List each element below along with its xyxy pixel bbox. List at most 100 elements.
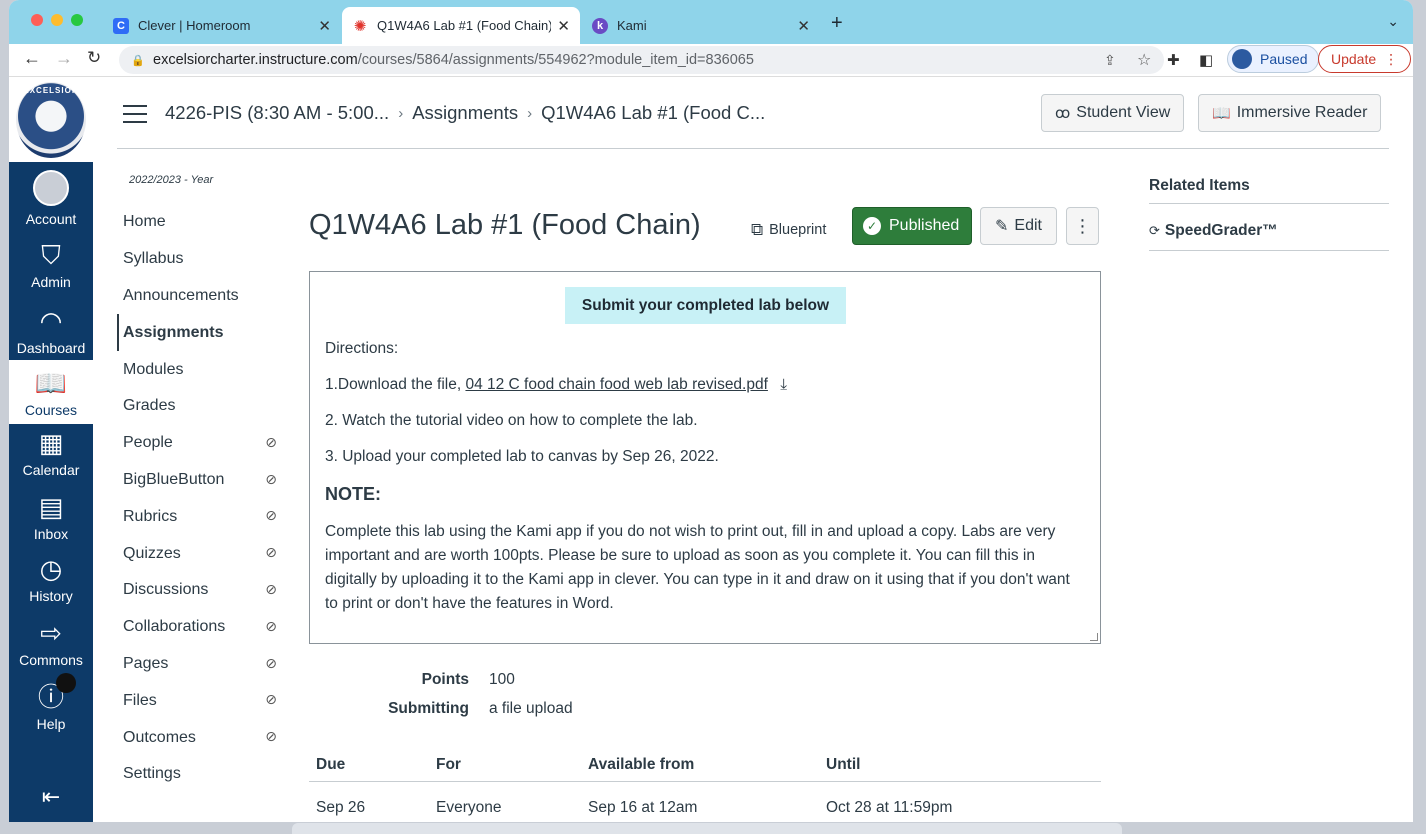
tab-strip: C Clever | Homeroom ✕ ✺ Q1W4A6 Lab #1 (F… <box>9 0 1413 44</box>
course-menu-toggle[interactable] <box>123 105 147 123</box>
immersive-reader-button[interactable]: 📖 Immersive Reader <box>1198 94 1382 132</box>
related-items-heading: Related Items <box>1149 177 1250 194</box>
hidden-eye-icon: ⊘ <box>265 654 277 671</box>
minimize-window-button[interactable] <box>51 14 63 26</box>
glasses-icon: ꝏ <box>1055 105 1071 122</box>
tab-title: Q1W4A6 Lab #1 (Food Chain) <box>377 18 552 33</box>
update-button[interactable]: Update ⋮ <box>1318 45 1412 73</box>
blueprint-icon: ⧉ <box>751 220 764 239</box>
resize-handle-icon[interactable] <box>1090 633 1098 641</box>
breadcrumb-course[interactable]: 4226-PIS (8:30 AM - 5:00... <box>165 102 389 124</box>
url-path: /courses/5864/assignments/554962?module_… <box>357 52 754 68</box>
speedgrader-link[interactable]: ⟳ SpeedGrader™ <box>1149 222 1278 240</box>
global-nav-commons[interactable]: ⇨ Commons <box>9 618 93 668</box>
note-paragraph: Complete this lab using the Kami app if … <box>325 523 1070 612</box>
table-header-due: Due <box>316 756 346 773</box>
page-title: Q1W4A6 Lab #1 (Food Chain) <box>309 209 701 241</box>
profile-paused-button[interactable]: Paused <box>1227 45 1320 73</box>
browser-tab-clever[interactable]: C Clever | Homeroom ✕ <box>103 7 341 44</box>
course-nav-label: Assignments <box>123 323 224 341</box>
note-heading: NOTE: <box>325 484 381 504</box>
term-label: 2022/2023 - Year <box>129 174 214 186</box>
course-nav-grades[interactable]: Grades <box>117 388 277 425</box>
bookmark-star-icon[interactable]: ☆ <box>1137 50 1151 70</box>
global-nav-admin[interactable]: ⛉ Admin <box>9 240 93 290</box>
global-nav-dashboard[interactable]: ◠ Dashboard <box>9 306 93 356</box>
browser-tab-kami[interactable]: k Kami ✕ <box>582 7 820 44</box>
global-nav-inbox[interactable]: ▤ Inbox <box>9 492 93 542</box>
global-nav-courses[interactable]: 📖 Courses <box>9 360 93 424</box>
book-icon: 📖 <box>34 368 68 398</box>
global-nav-calendar[interactable]: ▦ Calendar <box>9 428 93 478</box>
profile-status: Paused <box>1260 51 1308 67</box>
table-divider <box>309 781 1101 782</box>
share-icon[interactable]: ⇪ <box>1104 52 1116 69</box>
course-nav-rubrics[interactable]: Rubrics ⊘ <box>117 498 277 535</box>
global-nav-label: Calendar <box>22 462 80 478</box>
forward-arrow-icon[interactable]: → <box>55 48 73 69</box>
step-1-text: 1.Download the file, <box>325 376 462 393</box>
hidden-eye-icon: ⊘ <box>265 580 277 597</box>
course-nav-label: Home <box>123 213 166 231</box>
global-nav-label: Dashboard <box>16 340 86 356</box>
global-nav-label: History <box>29 588 73 604</box>
course-nav-settings[interactable]: Settings <box>117 756 277 793</box>
lab-file-link[interactable]: 04 12 C food chain food web lab revised.… <box>465 376 767 393</box>
breadcrumb-assignments[interactable]: Assignments <box>412 102 518 124</box>
student-view-label: Student View <box>1076 104 1171 121</box>
school-logo[interactable]: EXCELSIOR <box>9 78 93 162</box>
tab-close-icon[interactable]: ✕ <box>557 17 570 35</box>
hidden-eye-icon: ⊘ <box>265 691 277 708</box>
zoom-window-button[interactable] <box>71 14 83 26</box>
blueprint-indicator[interactable]: ⧉ Blueprint <box>751 220 826 240</box>
course-nav-home[interactable]: Home <box>117 204 277 241</box>
eagle-logo-icon: EXCELSIOR <box>16 82 86 158</box>
course-nav-discussions[interactable]: Discussions ⊘ <box>117 572 277 609</box>
published-button[interactable]: ✓ Published <box>852 207 972 245</box>
inbox-icon: ▤ <box>38 492 64 522</box>
collapse-nav-icon[interactable]: ⇤ <box>9 784 93 810</box>
address-bar[interactable]: 🔒 excelsiorcharter.instructure.com/cours… <box>119 46 1164 74</box>
edit-button[interactable]: ✎ Edit <box>980 207 1057 245</box>
checkmark-icon: ✓ <box>863 217 881 235</box>
global-nav-help[interactable]: ⓘ Help <box>9 673 93 732</box>
global-nav-label: Help <box>36 716 66 732</box>
back-arrow-icon[interactable]: ← <box>23 48 41 69</box>
course-nav-label: Collaborations <box>123 618 226 636</box>
course-nav-people[interactable]: People ⊘ <box>117 425 277 462</box>
side-panel-icon[interactable]: ◧ <box>1199 51 1213 69</box>
profile-avatar <box>1232 49 1252 69</box>
course-nav-syllabus[interactable]: Syllabus <box>117 241 277 278</box>
table-cell-for: Everyone <box>436 799 502 816</box>
course-nav-files[interactable]: Files ⊘ <box>117 682 277 719</box>
extensions-puzzle-icon[interactable]: ✚ <box>1167 51 1180 69</box>
course-nav-label: Settings <box>123 765 181 783</box>
reload-icon[interactable]: ↻ <box>87 48 101 68</box>
course-nav-pages[interactable]: Pages ⊘ <box>117 646 277 683</box>
close-window-button[interactable] <box>31 14 43 26</box>
tab-close-icon[interactable]: ✕ <box>318 17 331 35</box>
browser-tab-assignment[interactable]: ✺ Q1W4A6 Lab #1 (Food Chain) ✕ <box>342 7 580 44</box>
pencil-icon: ✎ <box>995 218 1009 235</box>
tab-close-icon[interactable]: ✕ <box>797 17 810 35</box>
course-nav-quizzes[interactable]: Quizzes ⊘ <box>117 535 277 572</box>
commons-icon: ⇨ <box>40 618 62 648</box>
course-nav-label: Modules <box>123 360 184 378</box>
global-nav-history[interactable]: ◷ History <box>9 554 93 604</box>
course-nav-announcements[interactable]: Announcements <box>117 278 277 315</box>
student-view-button[interactable]: ꝏ Student View <box>1041 94 1185 132</box>
global-nav-account[interactable]: Account <box>9 170 93 227</box>
download-icon[interactable]: ⤓ <box>780 376 787 393</box>
course-nav-collaborations[interactable]: Collaborations ⊘ <box>117 609 277 646</box>
more-options-button[interactable]: ⋮ <box>1066 207 1099 245</box>
new-tab-icon[interactable]: + <box>831 12 843 35</box>
browser-window: C Clever | Homeroom ✕ ✺ Q1W4A6 Lab #1 (F… <box>9 0 1413 822</box>
course-nav-assignments[interactable]: Assignments <box>117 314 277 352</box>
course-nav-bigbluebutton[interactable]: BigBlueButton ⊘ <box>117 462 277 499</box>
course-nav-modules[interactable]: Modules <box>117 351 277 388</box>
global-navigation: EXCELSIOR Account ⛉ Admin ◠ Dashboard 📖 … <box>9 78 93 822</box>
tab-search-chevron-icon[interactable]: ⌄ <box>1387 13 1399 30</box>
course-nav-label: Files <box>123 691 157 709</box>
course-nav-outcomes[interactable]: Outcomes ⊘ <box>117 719 277 756</box>
course-navigation: Home Syllabus Announcements Assignments … <box>117 204 277 793</box>
